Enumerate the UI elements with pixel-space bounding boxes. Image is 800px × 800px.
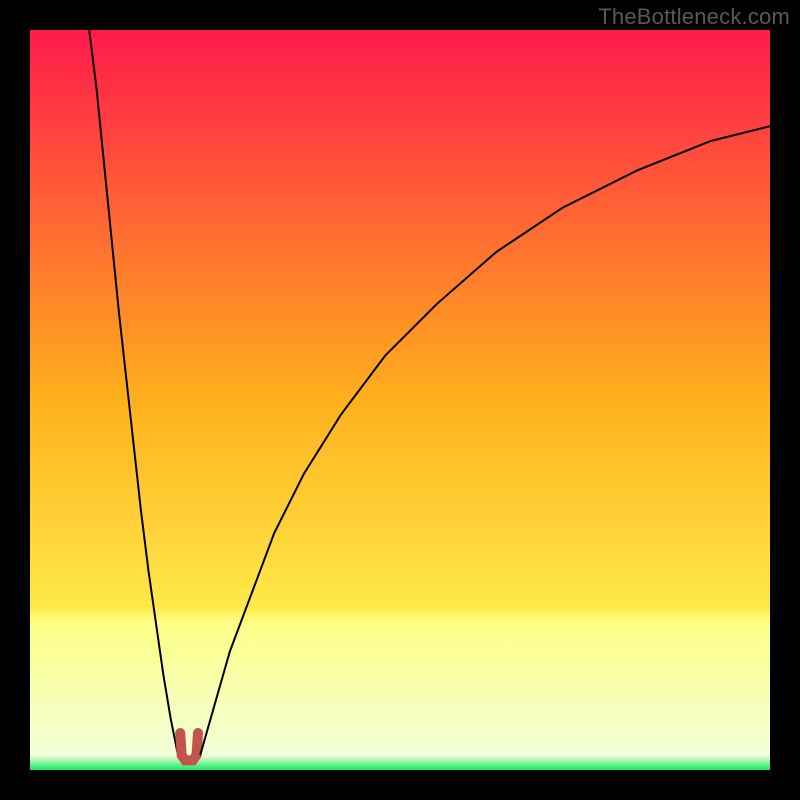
watermark-text: TheBottleneck.com <box>598 4 790 30</box>
chart-svg <box>30 30 770 770</box>
chart-frame <box>30 30 770 770</box>
chart-background <box>30 30 770 770</box>
